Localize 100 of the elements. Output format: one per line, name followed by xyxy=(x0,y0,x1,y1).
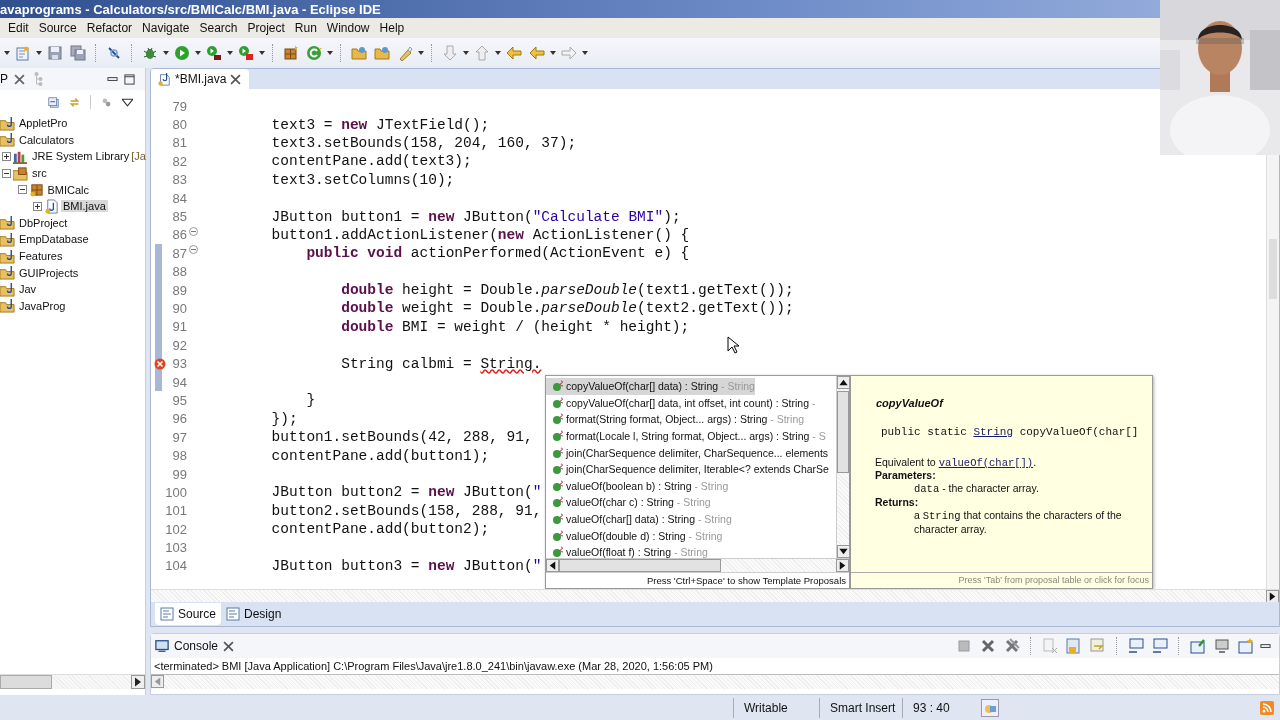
menu-item[interactable]: Navigate xyxy=(138,21,196,35)
run-icon[interactable] xyxy=(174,45,190,61)
tree-item[interactable]: src xyxy=(30,167,49,180)
remove-all-icon[interactable] xyxy=(1004,638,1020,654)
pencil-icon[interactable] xyxy=(397,45,413,61)
proposal-item[interactable]: copyValueOf(char[] data) : String - String xyxy=(546,378,755,395)
package-icon[interactable] xyxy=(283,45,299,61)
tree-item[interactable]: JRE System Library xyxy=(30,150,132,163)
tree-item[interactable]: Jav xyxy=(17,283,39,296)
caret-icon[interactable] xyxy=(163,51,169,55)
caret-icon[interactable] xyxy=(259,51,265,55)
editor-mode-tab[interactable]: Design xyxy=(221,603,287,625)
maximize-icon[interactable] xyxy=(124,73,135,85)
caret-icon[interactable] xyxy=(463,51,469,55)
tree-item[interactable]: JavaProg xyxy=(17,299,68,312)
scroll-up-icon[interactable] xyxy=(837,376,850,389)
type-link[interactable]: String xyxy=(973,426,1014,438)
fold-icon[interactable] xyxy=(189,245,198,255)
proposal-item[interactable]: valueOf(boolean b) : String - String xyxy=(546,477,729,495)
proposal-item[interactable]: join(CharSequence delimiter, Iterable<? extends CharSe xyxy=(546,460,829,478)
vertical-scrollbar[interactable] xyxy=(836,376,849,558)
caret-icon[interactable] xyxy=(195,51,201,55)
caret-icon[interactable] xyxy=(550,51,556,55)
new-window-icon[interactable] xyxy=(1238,638,1254,654)
expander-icon[interactable] xyxy=(2,168,11,178)
tree-item[interactable]: Features xyxy=(17,250,65,263)
stop-run-icon[interactable] xyxy=(238,45,254,61)
menu-item[interactable]: Run xyxy=(290,21,323,35)
tree-item[interactable]: BMI.java xyxy=(61,200,108,213)
caret-icon[interactable] xyxy=(418,51,424,55)
scroll-down-icon[interactable] xyxy=(837,545,850,558)
run-config-icon[interactable] xyxy=(206,45,222,61)
project-folder-icon xyxy=(0,265,15,281)
editor-tab[interactable]: *BMI.java xyxy=(151,69,250,89)
proposal-item[interactable]: valueOf(double d) : String - String xyxy=(546,527,723,544)
caret-icon[interactable] xyxy=(36,51,42,55)
save-all-icon[interactable] xyxy=(70,45,86,61)
link-icon[interactable] xyxy=(106,45,122,61)
tree-item[interactable]: BMICalc xyxy=(45,183,92,196)
close-icon[interactable] xyxy=(230,73,242,85)
monitor-icon[interactable] xyxy=(1128,638,1144,654)
close-icon[interactable] xyxy=(223,640,235,652)
menu-item[interactable]: Help xyxy=(375,21,411,35)
tree-item[interactable]: EmpDatabase xyxy=(17,233,91,246)
remove-icon[interactable] xyxy=(980,638,996,654)
method-link[interactable]: valueOf(char[]) xyxy=(938,457,1034,469)
open-folder-icon[interactable] xyxy=(351,45,367,61)
proposal-item[interactable]: join(CharSequence delimiter, CharSequence... elements xyxy=(546,444,829,461)
display-icon[interactable] xyxy=(1214,638,1230,654)
folder-icon[interactable] xyxy=(374,45,390,61)
caret-icon[interactable] xyxy=(227,51,233,55)
editor-mode-tab[interactable]: Source xyxy=(155,603,222,625)
proposal-item[interactable]: format(String format, Object... args) : String - String xyxy=(546,411,805,428)
fold-icon[interactable] xyxy=(189,226,198,236)
close-icon[interactable] xyxy=(14,73,25,85)
proposal-item[interactable]: valueOf(char[] data) : String - String xyxy=(546,510,732,528)
collapse-all-icon[interactable] xyxy=(48,96,59,108)
bug-icon[interactable] xyxy=(142,45,158,61)
scroll-left-icon[interactable] xyxy=(546,559,559,572)
tree-item[interactable]: Calculators xyxy=(17,133,77,146)
menu-item[interactable]: Refactor xyxy=(82,21,139,35)
console-tab[interactable]: Console xyxy=(151,639,245,653)
horizontal-scrollbar[interactable] xyxy=(546,558,849,572)
menu-item[interactable]: Project xyxy=(243,21,291,35)
menu-item[interactable]: Window xyxy=(322,21,376,35)
proposal-item[interactable]: valueOf(float f) : String - String xyxy=(546,543,708,558)
back-arrow-icon[interactable] xyxy=(506,45,522,61)
monitor-icon[interactable] xyxy=(1152,638,1168,654)
menu-item[interactable]: Source xyxy=(34,21,83,35)
expander-icon[interactable] xyxy=(2,152,11,161)
project-folder-icon xyxy=(0,298,15,314)
scroll-right-icon[interactable] xyxy=(836,559,849,572)
horizontal-scrollbar[interactable] xyxy=(151,675,1279,689)
tree-item[interactable]: AppletPro xyxy=(17,117,70,130)
tree-item[interactable]: DbProject xyxy=(17,216,70,229)
code-line: }); xyxy=(271,410,298,427)
back-arrow-icon[interactable] xyxy=(529,45,545,61)
horizontal-scrollbar[interactable] xyxy=(151,589,1279,602)
menu-item[interactable]: Edit xyxy=(8,21,35,35)
static-method-icon xyxy=(552,396,564,409)
caret-icon[interactable] xyxy=(4,51,10,55)
scroll-right-icon[interactable] xyxy=(131,675,145,689)
view-menu-icon[interactable] xyxy=(122,96,133,108)
menu-item[interactable]: Search xyxy=(195,21,244,35)
save-icon[interactable] xyxy=(47,45,63,61)
expander-icon[interactable] xyxy=(33,201,42,211)
caret-icon[interactable] xyxy=(495,51,501,55)
feed-icon[interactable] xyxy=(1260,700,1274,715)
view-tab[interactable]: P xyxy=(0,72,8,86)
horizontal-scrollbar[interactable] xyxy=(0,674,145,689)
expander-icon[interactable] xyxy=(17,185,27,195)
proposal-item[interactable]: format(Locale l, String format, Object... args) : String - S xyxy=(546,427,826,445)
link-arrows-icon[interactable] xyxy=(69,96,80,108)
pin-icon[interactable] xyxy=(1190,638,1206,654)
caret-icon[interactable] xyxy=(327,51,333,55)
tree-item[interactable]: GUIProjects xyxy=(17,266,81,279)
caret-icon[interactable] xyxy=(582,51,588,55)
refresh-icon[interactable] xyxy=(306,45,322,61)
proposal-item[interactable]: copyValueOf(char[] data, int offset, int count) : String - xyxy=(546,394,816,412)
proposal-item[interactable]: valueOf(char c) : String - String xyxy=(546,494,711,511)
